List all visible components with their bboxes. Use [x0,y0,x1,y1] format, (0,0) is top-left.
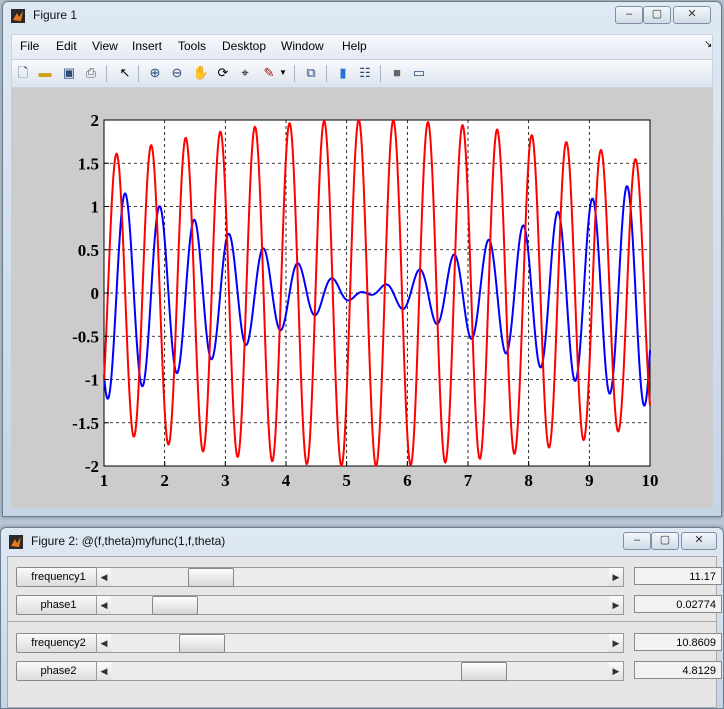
value-field-frequency1[interactable]: 11.17 [634,567,722,585]
colorbar-icon[interactable]: ▮ [334,64,352,82]
legend-icon[interactable]: ☷ [356,64,374,82]
line-chart[interactable]: 1 2 3 4 5 6 7 8 9 10 2 1.5 1 0.5 0 -0.5 -1 -1.5 -2 [11,88,713,508]
figure1-title: Figure 1 [33,8,78,22]
slider-left-arrow-icon[interactable]: ◀ [97,634,111,652]
toolbar-separator [380,65,381,82]
rotate-3d-icon[interactable]: ⟳ [214,64,232,82]
x-tick-label: 9 [585,471,594,490]
minimize-button[interactable]: – [615,6,643,24]
x-tick-label: 8 [524,471,533,490]
x-tick-label: 1 [100,471,109,490]
slider-right-arrow-icon[interactable]: ▶ [609,568,623,586]
slider-left-arrow-icon[interactable]: ◀ [97,568,111,586]
y-tick-label: 0 [91,284,100,303]
slider-right-arrow-icon[interactable]: ▶ [609,596,623,614]
figure2-title: Figure 2: @(f,theta)myfunc(1,f,theta) [31,534,226,548]
figure-canvas: 1 2 3 4 5 6 7 8 9 10 2 1.5 1 0.5 0 -0.5 -1 -1.5 -2 [11,88,713,508]
toolbar-separator [326,65,327,82]
minimize-button[interactable]: – [623,532,651,550]
figure-toolbar: 🗋 ▬ ▣ ⎙ ↖ ⊕ ⊖ ✋ ⟳ ⌖ ✎ ▼ ⧉ ▮ ☷ ■ ▭ [11,59,713,88]
controls-divider [8,621,716,622]
data-cursor-icon[interactable]: ⌖ [236,64,254,82]
slider-frequency1[interactable]: ◀ ▶ [96,567,624,587]
toolbar-separator [106,65,107,82]
slider-thumb[interactable] [151,596,198,615]
slider-left-arrow-icon[interactable]: ◀ [97,662,111,680]
y-tick-label: -1 [85,371,99,390]
slider-left-arrow-icon[interactable]: ◀ [97,596,111,614]
zoom-in-icon[interactable]: ⊕ [146,64,164,82]
brush-dropdown-icon[interactable]: ▼ [278,64,288,82]
toolbar-separator [294,65,295,82]
y-tick-label: -0.5 [72,327,99,346]
y-tick-label: 1.5 [78,154,99,173]
menu-tools[interactable]: Tools [178,39,206,53]
figure2-window: Figure 2: @(f,theta)myfunc(1,f,theta) – … [0,527,724,709]
print-icon[interactable]: ⎙ [82,64,100,82]
y-tick-label: -2 [85,457,99,476]
toolbar-separator [138,65,139,82]
control-label-frequency2: frequency2 [16,633,101,653]
menu-view[interactable]: View [92,39,118,53]
x-tick-label: 2 [160,471,169,490]
y-tick-label: -1.5 [72,414,99,433]
slider-thumb[interactable] [460,662,507,681]
y-tick-label: 1 [91,198,100,217]
menu-edit[interactable]: Edit [56,39,77,53]
pan-icon[interactable]: ✋ [192,64,210,82]
open-file-icon[interactable]: ▬ [36,64,54,82]
hide-plot-tools-icon[interactable]: ■ [388,64,406,82]
menu-window[interactable]: Window [281,39,324,53]
menubar: File Edit View Insert Tools Desktop Wind… [11,34,713,60]
link-plot-icon[interactable]: ⧉ [302,64,320,82]
slider-right-arrow-icon[interactable]: ▶ [609,634,623,652]
x-tick-label: 7 [464,471,473,490]
new-figure-icon[interactable]: 🗋 [14,64,32,82]
control-label-phase2: phase2 [16,661,101,681]
slider-phase1[interactable]: ◀ ▶ [96,595,624,615]
value-field-frequency2[interactable]: 10.8609 [634,633,722,651]
figure1-titlebar[interactable]: Figure 1 – ▢ ✕ [3,2,721,30]
slider-frequency2[interactable]: ◀ ▶ [96,633,624,653]
y-tick-label: 0.5 [78,241,99,260]
close-button[interactable]: ✕ [673,6,711,24]
x-tick-label: 4 [282,471,291,490]
slider-thumb[interactable] [188,568,235,587]
x-tick-label: 6 [403,471,412,490]
slider-right-arrow-icon[interactable]: ▶ [609,662,623,680]
maximize-button[interactable]: ▢ [643,6,671,24]
zoom-out-icon[interactable]: ⊖ [168,64,186,82]
control-label-phase1: phase1 [16,595,101,615]
figure2-titlebar[interactable]: Figure 2: @(f,theta)myfunc(1,f,theta) – … [1,528,723,556]
brush-icon[interactable]: ✎ [260,64,278,82]
save-icon[interactable]: ▣ [60,64,78,82]
close-button[interactable]: ✕ [681,532,717,550]
x-tick-label: 10 [642,471,659,490]
control-label-frequency1: frequency1 [16,567,101,587]
value-field-phase1[interactable]: 0.02774 [634,595,722,613]
show-plot-tools-icon[interactable]: ▭ [410,64,428,82]
slider-thumb[interactable] [179,634,226,653]
menu-help[interactable]: Help [342,39,367,53]
pointer-icon[interactable]: ↖ [116,64,134,82]
controls-panel: frequency1 ◀ ▶ 11.17 phase1 ◀ ▶ 0.02774 frequenc… [7,556,722,708]
menu-file[interactable]: File [20,39,39,53]
menubar-dock-icon[interactable]: ↘ [704,39,712,50]
figure1-window: Figure 1 – ▢ ✕ File Edit View Insert Too… [2,1,722,517]
menu-insert[interactable]: Insert [132,39,162,53]
matlab-icon [9,535,23,549]
menu-desktop[interactable]: Desktop [222,39,266,53]
maximize-button[interactable]: ▢ [651,532,679,550]
slider-phase2[interactable]: ◀ ▶ [96,661,624,681]
value-field-phase2[interactable]: 4.8129 [634,661,722,679]
x-tick-label: 3 [221,471,230,490]
y-tick-label: 2 [91,111,100,130]
x-tick-label: 5 [342,471,351,490]
matlab-icon [11,9,25,23]
